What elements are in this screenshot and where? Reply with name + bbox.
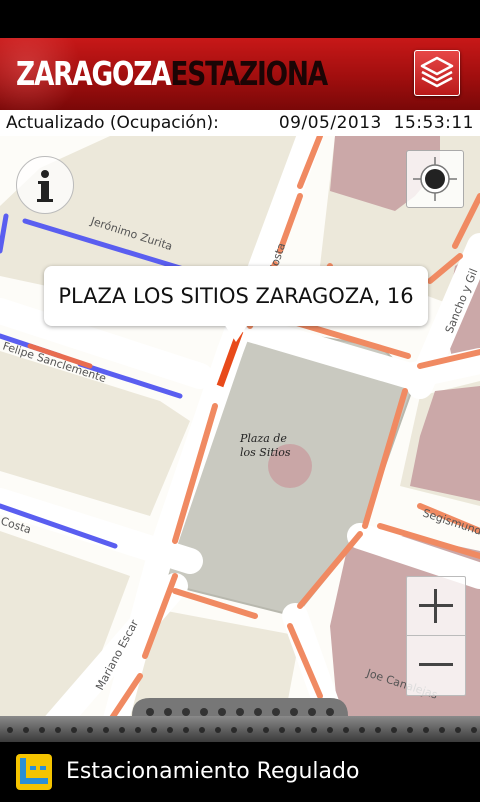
plus-icon xyxy=(419,589,453,623)
app-footer[interactable]: Estacionamiento Regulado xyxy=(0,742,480,800)
update-timestamp: 09/05/2013 15:53:11 xyxy=(279,110,474,136)
locate-icon xyxy=(413,157,457,201)
place-label-line1: Plaza de xyxy=(239,432,287,445)
my-location-button[interactable] xyxy=(406,150,464,208)
drawer-grip xyxy=(0,698,480,742)
update-label: Actualizado (Ocupación): xyxy=(6,113,219,133)
footer-title: Estacionamiento Regulado xyxy=(66,759,360,784)
map-view[interactable]: Jerónimo Zurita Felipe Sanclemente Costa… xyxy=(0,136,480,742)
logo-part-2: ESTAZIONA xyxy=(170,54,328,93)
update-time: 15:53:11 xyxy=(393,113,474,133)
callout-pointer xyxy=(224,324,248,342)
info-button[interactable] xyxy=(16,156,74,214)
status-bar xyxy=(0,0,480,38)
callout-address: PLAZA LOS SITIOS ZARAGOZA, 16 xyxy=(58,284,414,308)
parking-app-icon xyxy=(16,754,52,790)
app-logo: ZARAGOZAESTAZIONA xyxy=(16,52,328,96)
address-callout[interactable]: PLAZA LOS SITIOS ZARAGOZA, 16 xyxy=(44,266,428,342)
place-label-line2: los Sitios xyxy=(240,446,291,459)
logo-part-1: ZARAGOZA xyxy=(16,54,172,93)
layers-icon xyxy=(420,56,454,88)
info-icon xyxy=(37,170,53,202)
minus-icon xyxy=(419,663,453,666)
zoom-in-button[interactable] xyxy=(407,577,465,636)
layers-button[interactable] xyxy=(414,50,460,96)
drawer-handle[interactable] xyxy=(0,698,480,742)
zoom-out-button[interactable] xyxy=(407,636,465,694)
zoom-controls xyxy=(406,576,466,696)
update-date: 09/05/2013 xyxy=(278,113,382,133)
app-header: ZARAGOZAESTAZIONA xyxy=(0,38,480,110)
occupancy-update-bar: Actualizado (Ocupación): 09/05/2013 15:5… xyxy=(0,110,480,136)
